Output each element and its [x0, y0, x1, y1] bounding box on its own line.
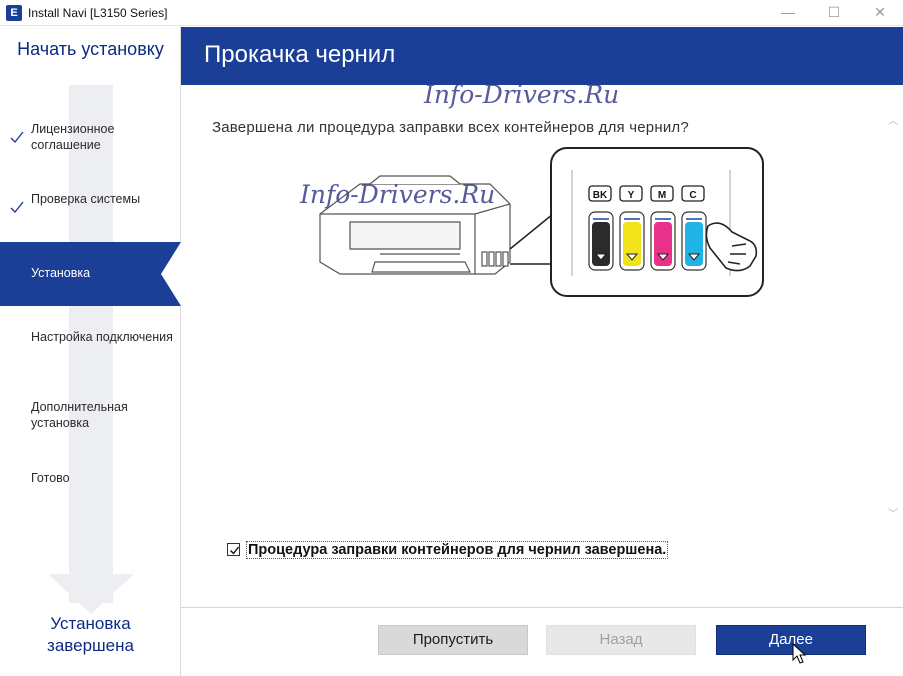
- ink-tank-bk: BK: [588, 185, 614, 271]
- question-text: Завершена ли процедура заправки всех кон…: [212, 119, 689, 136]
- page-header: Прокачка чернил: [181, 27, 903, 85]
- sidebar-title: Начать установку: [17, 39, 164, 59]
- checkmark-icon: [10, 131, 24, 144]
- printer-ink-illustration: BK Y M C: [319, 147, 764, 297]
- back-button[interactable]: Назад: [546, 625, 696, 655]
- sidebar-footer-line1: Установка: [50, 614, 131, 633]
- scroll-up-icon[interactable]: ︿: [888, 112, 898, 127]
- sidebar-item-label: Дополнительная установка: [31, 400, 128, 430]
- window-title: Install Navi [L3150 Series]: [28, 6, 168, 20]
- watermark-middle: Info-Drivers.Ru: [300, 180, 496, 209]
- sidebar-item-label: Готово: [31, 471, 70, 485]
- sidebar-footer: Установка завершена: [0, 613, 181, 657]
- maximize-button[interactable]: ☐: [811, 0, 857, 26]
- app-icon: E: [6, 5, 22, 21]
- watermark-top: Info-Drivers.Ru: [424, 80, 620, 109]
- close-button[interactable]: ✕: [857, 0, 903, 26]
- ink-label: BK: [593, 190, 608, 201]
- ink-tank-m: M: [650, 185, 676, 271]
- sidebar-footer-line2: завершена: [47, 636, 134, 655]
- sidebar-item-label: Установка: [31, 266, 91, 280]
- ink-tank-c: C: [681, 185, 707, 271]
- confirm-checkbox[interactable]: [227, 543, 240, 556]
- skip-button[interactable]: Пропустить: [378, 625, 528, 655]
- sidebar-item-label: Лицензионное соглашение: [31, 122, 115, 152]
- ink-label: C: [689, 190, 696, 201]
- active-step-notch: [161, 242, 181, 306]
- minimize-button[interactable]: —: [765, 0, 811, 26]
- ink-label: M: [658, 190, 666, 201]
- ink-tank-y: Y: [619, 185, 645, 271]
- next-button[interactable]: Далее: [716, 625, 866, 655]
- ink-label: Y: [628, 190, 635, 201]
- mouse-cursor-icon: [792, 643, 806, 664]
- checkmark-icon: [10, 201, 24, 214]
- title-bar: E Install Navi [L3150 Series] — ☐ ✕: [0, 0, 903, 26]
- scroll-down-icon[interactable]: ﹀: [888, 505, 898, 520]
- sidebar-item-install: Установка: [0, 242, 181, 306]
- footer-divider: [181, 607, 903, 608]
- sidebar-item-label: Настройка подключения: [31, 330, 173, 344]
- page-title: Прокачка чернил: [204, 41, 396, 68]
- sidebar-item-label: Проверка системы: [31, 192, 141, 206]
- confirm-checkbox-label[interactable]: Процедура заправки контейнеров для черни…: [246, 541, 669, 559]
- steps-sidebar: Начать установку Лицензионное соглашение…: [0, 27, 181, 676]
- checkbox-checked-icon: [230, 546, 240, 555]
- progress-arrow-head: [48, 574, 134, 614]
